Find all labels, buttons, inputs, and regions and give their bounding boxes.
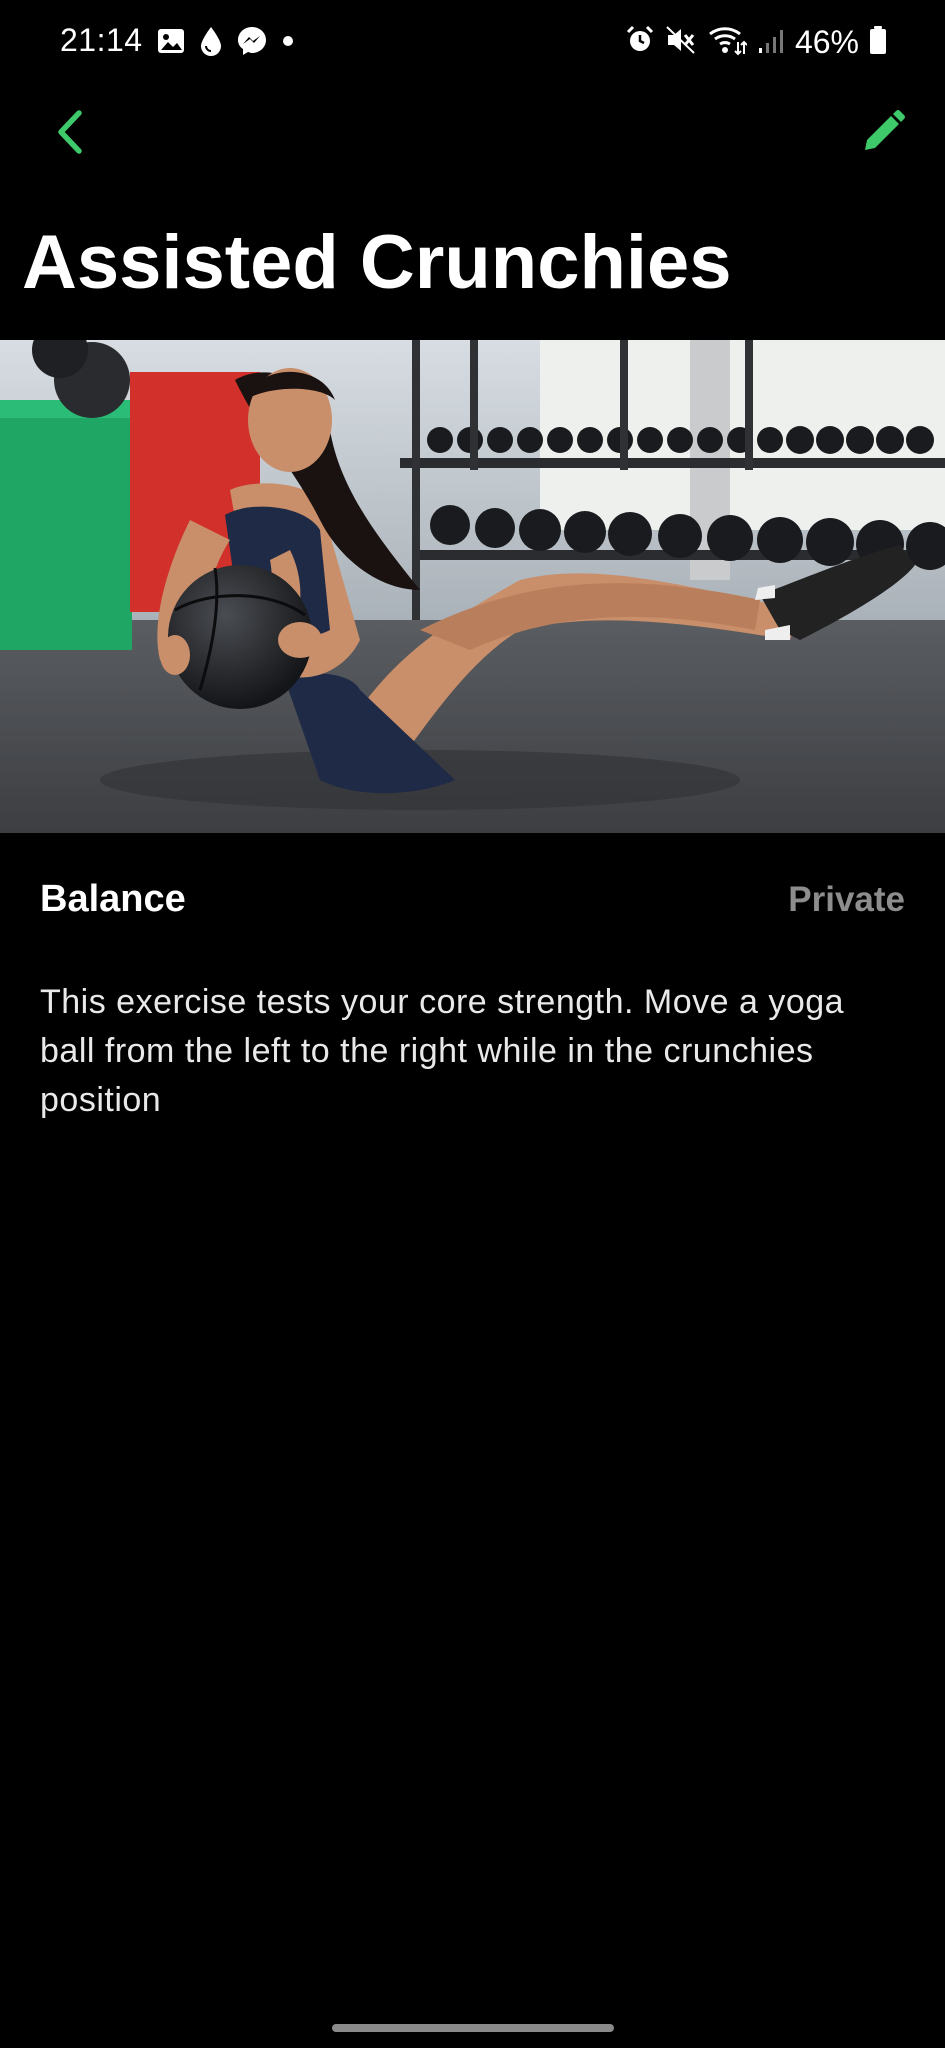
water-drop-icon xyxy=(198,25,224,62)
status-time: 21:14 xyxy=(60,22,143,58)
edit-button[interactable] xyxy=(853,104,913,164)
battery-icon xyxy=(869,25,887,60)
page-title: Assisted Crunchies xyxy=(22,220,732,305)
exercise-meta-row: Balance Private xyxy=(40,872,905,928)
chevron-left-icon xyxy=(55,109,85,160)
top-navigation-bar xyxy=(0,100,945,170)
category-label: Balance xyxy=(40,878,186,920)
wifi-icon xyxy=(707,24,748,61)
messenger-icon xyxy=(236,25,268,62)
battery-percentage: 46% xyxy=(794,23,859,60)
pencil-icon xyxy=(859,108,907,161)
exercise-image xyxy=(0,340,945,833)
alarm-icon xyxy=(625,25,655,60)
home-indicator[interactable] xyxy=(332,2024,614,2032)
signal-icon xyxy=(757,26,785,59)
mute-icon xyxy=(665,25,697,60)
status-bar: 21:14 46% xyxy=(0,0,945,86)
status-system-icons: 46% xyxy=(625,22,887,62)
visibility-label: Private xyxy=(788,880,905,919)
dot-icon xyxy=(280,33,296,54)
back-button[interactable] xyxy=(44,106,96,162)
status-notification-icons xyxy=(156,26,296,60)
gallery-icon xyxy=(156,26,186,61)
exercise-description: This exercise tests your core strength. … xyxy=(40,983,845,1119)
